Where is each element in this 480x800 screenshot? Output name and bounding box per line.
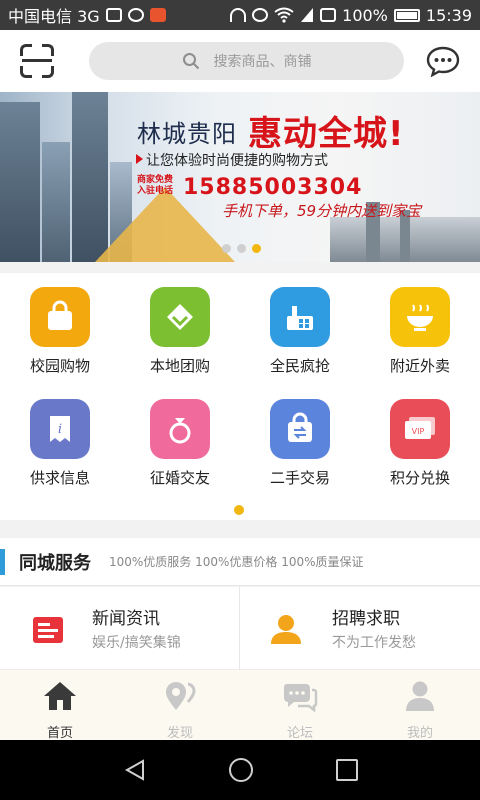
nav-discover[interactable]: 发现 [120, 670, 240, 741]
hotline-label: 商家免费 入驻电话 [137, 175, 174, 196]
section-tags: 100%优质服务 100%优惠价格 100%质量保证 [109, 555, 364, 569]
grid-item-group-buy[interactable]: 本地团购 [120, 273, 240, 385]
grid-item-takeout[interactable]: 附近外卖 [360, 273, 480, 385]
banner-headline: 惠动全城! [248, 114, 405, 154]
shopping-bag-icon [30, 287, 90, 347]
status-bar: 中国电信 3G 100% 15:39 [0, 0, 480, 30]
grid-item-supply-demand[interactable]: i 供求信息 [0, 385, 120, 497]
exchange-bag-icon [270, 399, 330, 459]
card-news[interactable]: 新闻资讯 娱乐/搞笑集锦 [0, 587, 240, 669]
user-icon [406, 681, 434, 711]
card-subtitle: 娱乐/搞笑集锦 [92, 635, 181, 651]
grid-item-label: 征婚交友 [149, 469, 210, 487]
info-doc-icon: i [30, 399, 90, 459]
search-input[interactable]: 搜索商品、商铺 [89, 42, 404, 80]
card-jobs[interactable]: 招聘求职 不为工作发愁 [240, 587, 480, 669]
alarm-icon [252, 8, 269, 22]
section-accent-bar [0, 548, 5, 575]
section-title: 同城服务 [19, 552, 91, 574]
grid-item-label: 积分兑换 [389, 469, 450, 487]
signal-icon [301, 8, 314, 22]
nav-forum[interactable]: 论坛 [240, 670, 360, 741]
app-header: 搜索商品、商铺 [0, 30, 480, 92]
banner-tagline: 让您体验时尚便捷的购物方式 [146, 153, 328, 169]
grid-item-campus-shopping[interactable]: 校园购物 [0, 273, 120, 385]
banner-phone: 15885003304 [183, 175, 363, 200]
promo-banner[interactable]: 林城贵阳 惠动全城! 让您体验时尚便捷的购物方式 商家免费 入驻电话 15885… [0, 92, 480, 262]
location-icon [166, 682, 196, 710]
card-subtitle: 不为工作发愁 [332, 635, 416, 651]
pager-dot[interactable] [222, 244, 231, 253]
banner-pager [222, 244, 261, 253]
bottom-nav: 首页 发现 论坛 我的 [0, 669, 480, 741]
svg-text:VIP: VIP [412, 427, 425, 436]
scan-icon[interactable] [20, 44, 54, 78]
home-button-icon[interactable] [229, 758, 253, 782]
headphones-icon [230, 8, 247, 22]
recent-apps-icon[interactable] [336, 759, 358, 781]
grid-item-label: 全民疯抢 [269, 357, 330, 375]
nav-home[interactable]: 首页 [0, 670, 120, 741]
system-nav-bar [0, 740, 480, 800]
nav-mine[interactable]: 我的 [360, 670, 480, 741]
search-icon [182, 53, 199, 70]
chat-bubble-icon[interactable] [426, 45, 460, 77]
grid-item-label: 供求信息 [29, 469, 90, 487]
building-graphic [0, 102, 40, 262]
sync-notification-icon [127, 8, 144, 22]
card-title: 招聘求职 [332, 609, 400, 629]
banner-city: 林城贵阳 [137, 120, 237, 148]
pager-dot-active[interactable] [252, 244, 261, 253]
grid-item-label: 校园购物 [29, 357, 90, 375]
wifi-icon [274, 7, 294, 23]
battery-icon [393, 8, 420, 22]
pager-dot[interactable] [237, 244, 246, 253]
clock: 15:39 [425, 5, 472, 25]
card-title: 新闻资讯 [92, 609, 160, 629]
building-graphic [42, 142, 70, 262]
local-service-header: 同城服务 100%优质服务 100%优惠价格 100%质量保证 [0, 538, 480, 586]
service-cards: 新闻资讯 娱乐/搞笑集锦 招聘求职 不为工作发愁 [0, 587, 480, 669]
search-placeholder: 搜索商品、商铺 [213, 54, 312, 70]
grid-pager-dot-active[interactable] [234, 505, 244, 515]
back-icon[interactable] [123, 758, 147, 782]
ring-icon [150, 399, 210, 459]
home-icon [44, 682, 76, 710]
nav-label: 我的 [406, 726, 433, 741]
food-bowl-icon [390, 287, 450, 347]
grid-item-flash-sale[interactable]: 全民疯抢 [240, 273, 360, 385]
banner-slogan: 手机下单，59分钟内送到家宝 [222, 202, 422, 220]
grid-item-label: 附近外卖 [389, 357, 450, 375]
group-buy-icon [150, 287, 210, 347]
nav-label: 论坛 [286, 726, 313, 741]
flash-sale-icon [270, 287, 330, 347]
grid-item-label: 二手交易 [269, 469, 330, 487]
sim-icon [320, 8, 337, 22]
grid-item-points-exchange[interactable]: VIP 积分兑换 [360, 385, 480, 497]
image-notification-icon [105, 8, 122, 22]
nav-label: 发现 [166, 726, 193, 741]
battery-label: 100% [342, 5, 388, 25]
grid-item-dating[interactable]: 征婚交友 [120, 385, 240, 497]
news-icon [33, 617, 63, 643]
vip-card-icon: VIP [390, 399, 450, 459]
play-arrow-icon [136, 154, 143, 164]
category-grid: 校园购物 本地团购 全民疯抢 附近外卖 i 供求信息 征婚交友 二手交易 VIP… [0, 273, 480, 520]
carrier-label: 中国电信 3G [8, 7, 100, 26]
grid-item-second-hand[interactable]: 二手交易 [240, 385, 360, 497]
person-icon [271, 615, 301, 644]
forum-icon [283, 684, 318, 713]
svg-text:i: i [58, 422, 62, 437]
grid-item-label: 本地团购 [149, 357, 210, 375]
nav-label: 首页 [46, 726, 73, 741]
app-notification-icon [149, 8, 166, 22]
